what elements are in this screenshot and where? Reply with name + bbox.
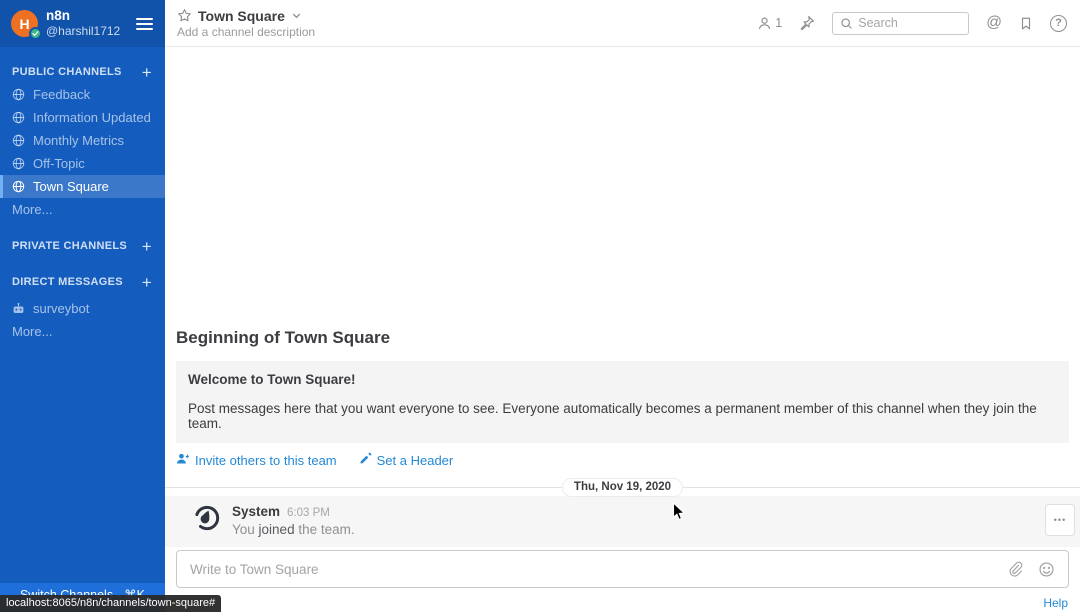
saved-posts-flag-icon[interactable] bbox=[1019, 16, 1033, 31]
post-more-actions-button[interactable]: ••• bbox=[1045, 504, 1075, 536]
member-count: 1 bbox=[775, 16, 782, 30]
sidebar-item-monthly-metrics[interactable]: Monthly Metrics bbox=[0, 129, 165, 152]
team-name: n8n bbox=[46, 8, 128, 25]
more-direct-messages-link[interactable]: More... bbox=[0, 320, 165, 343]
globe-icon bbox=[12, 88, 25, 101]
channel-label: Off-Topic bbox=[33, 156, 85, 171]
post-message-emphasis: joined bbox=[259, 522, 295, 537]
sidebar-channel-list: PUBLIC CHANNELS + Feedback Information U… bbox=[0, 47, 165, 343]
user-handle: @harshil1712 bbox=[46, 24, 128, 39]
composer-footer: Help bbox=[176, 588, 1069, 612]
help-link[interactable]: Help bbox=[1043, 596, 1068, 610]
avatar[interactable]: H bbox=[11, 10, 38, 37]
channel-intro-actions: Invite others to this team Set a Header bbox=[176, 452, 1069, 468]
favorite-star-icon[interactable] bbox=[177, 8, 192, 23]
message-list: Beginning of Town Square Welcome to Town… bbox=[165, 47, 1080, 547]
channel-label: Monthly Metrics bbox=[33, 133, 124, 148]
channel-label: Feedback bbox=[33, 87, 90, 102]
sidebar-item-surveybot[interactable]: surveybot bbox=[0, 297, 165, 320]
channel-info: Town Square Add a channel description bbox=[177, 8, 315, 39]
invite-others-label: Invite others to this team bbox=[195, 453, 337, 468]
bot-icon bbox=[12, 302, 25, 315]
private-channels-label: PRIVATE CHANNELS bbox=[12, 240, 127, 252]
channel-header: Town Square Add a channel description 1 … bbox=[165, 0, 1080, 47]
mentions-icon[interactable]: @ bbox=[986, 15, 1002, 31]
public-channels-header: PUBLIC CHANNELS + bbox=[0, 61, 165, 83]
channel-label: Town Square bbox=[33, 179, 109, 194]
set-header-link[interactable]: Set a Header bbox=[359, 452, 454, 468]
more-public-channels-link[interactable]: More... bbox=[0, 198, 165, 221]
help-icon[interactable]: ? bbox=[1050, 15, 1067, 32]
emoji-smiley-icon[interactable] bbox=[1038, 561, 1055, 578]
set-header-label: Set a Header bbox=[377, 453, 454, 468]
channel-intro-title: Beginning of Town Square bbox=[176, 328, 1069, 348]
sidebar-item-town-square[interactable]: Town Square bbox=[0, 175, 165, 198]
system-post[interactable]: System 6:03 PM You joined the team. ••• bbox=[165, 496, 1080, 547]
sidebar-item-information-updated[interactable]: Information Updated bbox=[0, 106, 165, 129]
menu-icon[interactable] bbox=[136, 18, 153, 30]
public-channels-label: PUBLIC CHANNELS bbox=[12, 66, 122, 78]
add-private-channel-button[interactable]: + bbox=[142, 238, 152, 255]
composer-box bbox=[176, 550, 1069, 588]
welcome-body: Post messages here that you want everyon… bbox=[188, 401, 1057, 431]
attachment-paperclip-icon[interactable] bbox=[1007, 561, 1023, 577]
header-actions: 1 @ ? bbox=[757, 12, 1067, 35]
add-public-channel-button[interactable]: + bbox=[142, 64, 152, 81]
globe-icon bbox=[12, 111, 25, 124]
search-icon bbox=[840, 17, 853, 30]
globe-icon bbox=[12, 157, 25, 170]
invite-others-link[interactable]: Invite others to this team bbox=[176, 452, 337, 468]
sidebar-header[interactable]: H n8n @harshil1712 bbox=[0, 0, 165, 47]
post-author[interactable]: System bbox=[232, 504, 280, 519]
search-input[interactable] bbox=[858, 16, 961, 30]
post-message-prefix: You bbox=[232, 522, 259, 537]
member-icon bbox=[757, 16, 772, 31]
message-input[interactable] bbox=[190, 562, 992, 577]
channel-label: surveybot bbox=[33, 301, 89, 316]
direct-messages-label: DIRECT MESSAGES bbox=[12, 276, 123, 288]
main-panel: Town Square Add a channel description 1 … bbox=[165, 0, 1080, 612]
channel-description[interactable]: Add a channel description bbox=[177, 25, 315, 39]
welcome-message-card: Welcome to Town Square! Post messages he… bbox=[176, 361, 1069, 443]
mattermost-logo-icon bbox=[193, 504, 221, 532]
sidebar-item-off-topic[interactable]: Off-Topic bbox=[0, 152, 165, 175]
link-url-statusbar: localhost:8065/n8n/channels/town-square# bbox=[0, 595, 221, 612]
online-status-icon bbox=[29, 27, 42, 40]
app-window: H n8n @harshil1712 PUBLIC CHANNELS + Fee… bbox=[0, 0, 1080, 612]
globe-icon bbox=[12, 134, 25, 147]
team-user-block[interactable]: n8n @harshil1712 bbox=[46, 8, 128, 40]
pencil-icon bbox=[359, 452, 372, 468]
channel-title[interactable]: Town Square bbox=[198, 8, 285, 24]
post-content: System 6:03 PM You joined the team. bbox=[232, 504, 355, 547]
search-box bbox=[832, 12, 969, 35]
post-message-suffix: the team. bbox=[295, 522, 355, 537]
chevron-down-icon[interactable] bbox=[291, 10, 302, 21]
message-composer: Help bbox=[165, 547, 1080, 612]
date-label: Thu, Nov 19, 2020 bbox=[562, 478, 683, 497]
direct-messages-header: DIRECT MESSAGES + bbox=[0, 271, 165, 293]
date-divider: Thu, Nov 19, 2020 bbox=[165, 479, 1080, 496]
member-count-button[interactable]: 1 bbox=[757, 16, 782, 31]
channel-label: Information Updated bbox=[33, 110, 151, 125]
globe-icon bbox=[12, 180, 25, 193]
post-timestamp: 6:03 PM bbox=[287, 507, 330, 519]
welcome-title: Welcome to Town Square! bbox=[188, 372, 1057, 387]
post-message: You joined the team. bbox=[232, 522, 355, 537]
add-direct-message-button[interactable]: + bbox=[142, 274, 152, 291]
sidebar: H n8n @harshil1712 PUBLIC CHANNELS + Fee… bbox=[0, 0, 165, 612]
sidebar-item-feedback[interactable]: Feedback bbox=[0, 83, 165, 106]
invite-person-plus-icon bbox=[176, 452, 190, 468]
pinned-posts-icon[interactable] bbox=[799, 15, 815, 31]
private-channels-header: PRIVATE CHANNELS + bbox=[0, 235, 165, 257]
